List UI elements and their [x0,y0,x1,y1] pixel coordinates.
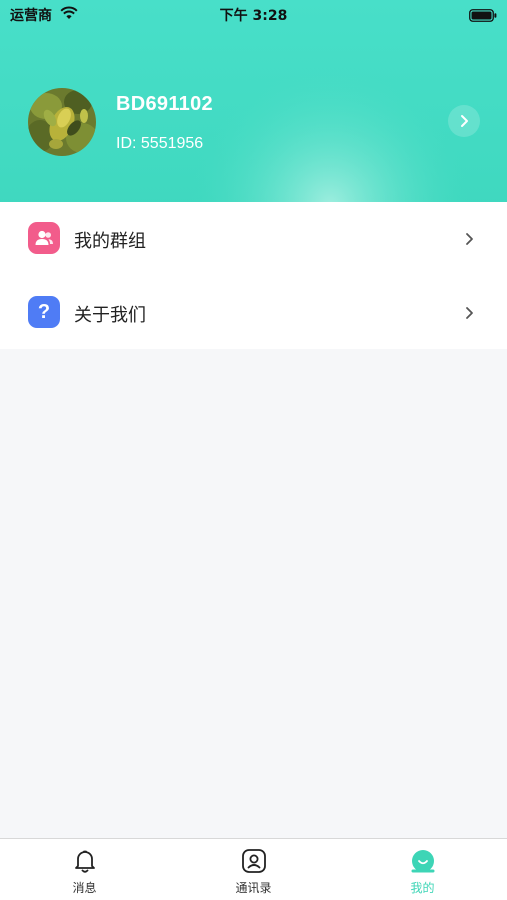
menu-item-label: 我的群组 [74,231,146,252]
bell-icon [0,848,169,874]
menu-item-label: 关于我们 [74,305,146,326]
chevron-right-icon [461,115,468,127]
battery-icon [469,7,497,26]
tab-label: 消息 [72,881,97,895]
status-bar: 运营商 下午 3:28 [0,0,507,28]
profile-detail-button[interactable] [448,105,480,137]
user-id: ID: 5551956 [116,135,204,152]
menu-item-my-groups[interactable]: 我的群组 [0,202,507,275]
tab-messages[interactable]: 消息 [0,839,169,900]
user-name: BD691102 [116,93,213,115]
menu-item-about-us[interactable]: ? 关于我们 [0,276,507,349]
profile-icon [338,848,507,874]
tab-label: 我的 [410,881,435,895]
settings-menu: 我的群组 ? 关于我们 [0,202,507,349]
question-icon: ? [28,296,60,328]
tab-label: 通讯录 [235,881,272,895]
contacts-icon [169,848,338,874]
tab-contacts[interactable]: 通讯录 [169,839,338,900]
avatar[interactable] [28,88,96,156]
tab-mine[interactable]: 我的 [338,839,507,900]
avatar-image [28,88,96,156]
status-time: 下午 3:28 [219,8,288,24]
chevron-right-icon [464,305,474,324]
profile-header: 运营商 下午 3:28 BD691102 ID: 5551956 [0,0,507,210]
tab-bar: 消息 通讯录 我的 [0,838,507,900]
chevron-right-icon [464,231,474,250]
group-icon [28,222,60,254]
